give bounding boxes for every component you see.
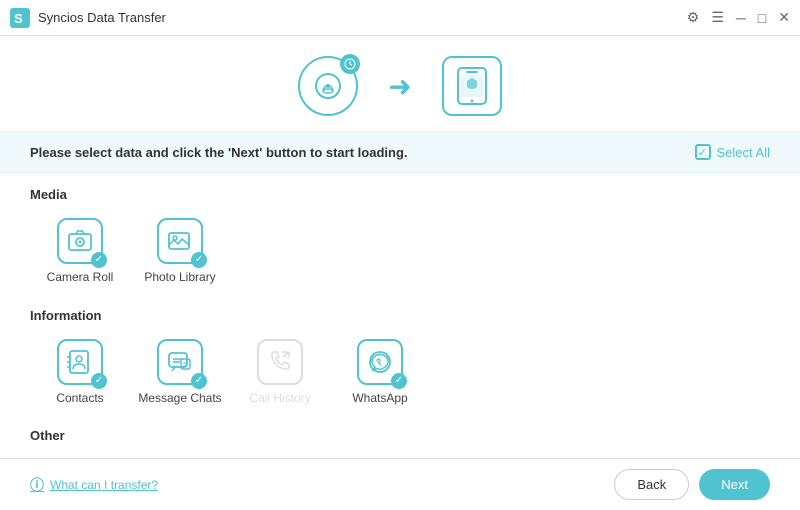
app-logo: S	[10, 8, 30, 28]
section-media-label: Media	[30, 187, 770, 202]
select-bar: Please select data and click the 'Next' …	[0, 132, 800, 173]
target-device	[442, 56, 502, 116]
transfer-arrow: ➜	[388, 70, 411, 103]
contacts-label: Contacts	[56, 391, 103, 407]
item-call-history: Call History	[230, 331, 330, 415]
item-safari-history: Safari History	[330, 451, 430, 458]
photo-library-icon	[157, 218, 203, 264]
item-bookmarks[interactable]: Bookmarks	[230, 451, 330, 458]
title-bar: S Syncios Data Transfer ⚙ ☰ ─ □ ✕	[0, 0, 800, 36]
footer: ⓘ What can I transfer? Back Next	[0, 458, 800, 510]
back-button[interactable]: Back	[614, 469, 689, 500]
item-camera-roll[interactable]: Camera Roll	[30, 210, 130, 294]
source-device	[298, 56, 358, 116]
whatsapp-label: WhatsApp	[352, 391, 407, 407]
select-all-label: Select All	[717, 145, 770, 160]
item-notes[interactable]: Notes	[30, 451, 130, 458]
select-all-checkbox[interactable]: ✓	[695, 144, 711, 160]
window-controls: ⚙ ☰ ─ □ ✕	[687, 9, 790, 26]
minimize-icon[interactable]: ─	[736, 10, 746, 26]
svg-text:S: S	[14, 11, 23, 26]
next-button[interactable]: Next	[699, 469, 770, 500]
info-icon: ⓘ	[30, 475, 44, 495]
main-content: ➜ Please select data and click the 'Next…	[0, 36, 800, 510]
section-other-label: Other	[30, 428, 770, 443]
media-items-row: Camera Roll Photo Library	[30, 210, 770, 294]
select-all-button[interactable]: ✓ Select All	[695, 144, 770, 160]
camera-roll-label: Camera Roll	[47, 270, 114, 286]
item-contacts[interactable]: Contacts	[30, 331, 130, 415]
instruction-text: Please select data and click the 'Next' …	[30, 145, 408, 160]
message-chats-label: Message Chats	[138, 391, 221, 407]
close-icon[interactable]: ✕	[778, 9, 790, 26]
maximize-icon[interactable]: □	[758, 10, 766, 26]
item-calendar[interactable]: Calendar	[130, 451, 230, 458]
call-history-icon	[257, 339, 303, 385]
help-link-label[interactable]: What can I transfer?	[50, 478, 158, 492]
item-photo-library[interactable]: Photo Library	[130, 210, 230, 294]
settings-icon[interactable]: ⚙	[687, 9, 700, 26]
photo-library-label: Photo Library	[144, 270, 215, 286]
item-message-chats[interactable]: Message Chats	[130, 331, 230, 415]
footer-buttons: Back Next	[614, 469, 770, 500]
call-history-label: Call History	[249, 391, 310, 407]
source-icon	[298, 56, 358, 116]
target-icon	[442, 56, 502, 116]
menu-icon[interactable]: ☰	[711, 9, 724, 26]
clock-badge	[340, 54, 360, 74]
information-items-row: Contacts Message Chats	[30, 331, 770, 415]
help-link[interactable]: ⓘ What can I transfer?	[30, 475, 158, 495]
whatsapp-icon	[357, 339, 403, 385]
other-items-row: Notes Calendar	[30, 451, 770, 458]
camera-roll-icon	[57, 218, 103, 264]
item-whatsapp[interactable]: WhatsApp	[330, 331, 430, 415]
contacts-icon	[57, 339, 103, 385]
message-chats-icon	[157, 339, 203, 385]
app-title: Syncios Data Transfer	[38, 10, 687, 25]
section-information-label: Information	[30, 308, 770, 323]
data-section: Media Camera Roll	[0, 173, 800, 458]
item-voice-mail[interactable]: Voice Mail	[430, 451, 530, 458]
transfer-header: ➜	[0, 36, 800, 132]
